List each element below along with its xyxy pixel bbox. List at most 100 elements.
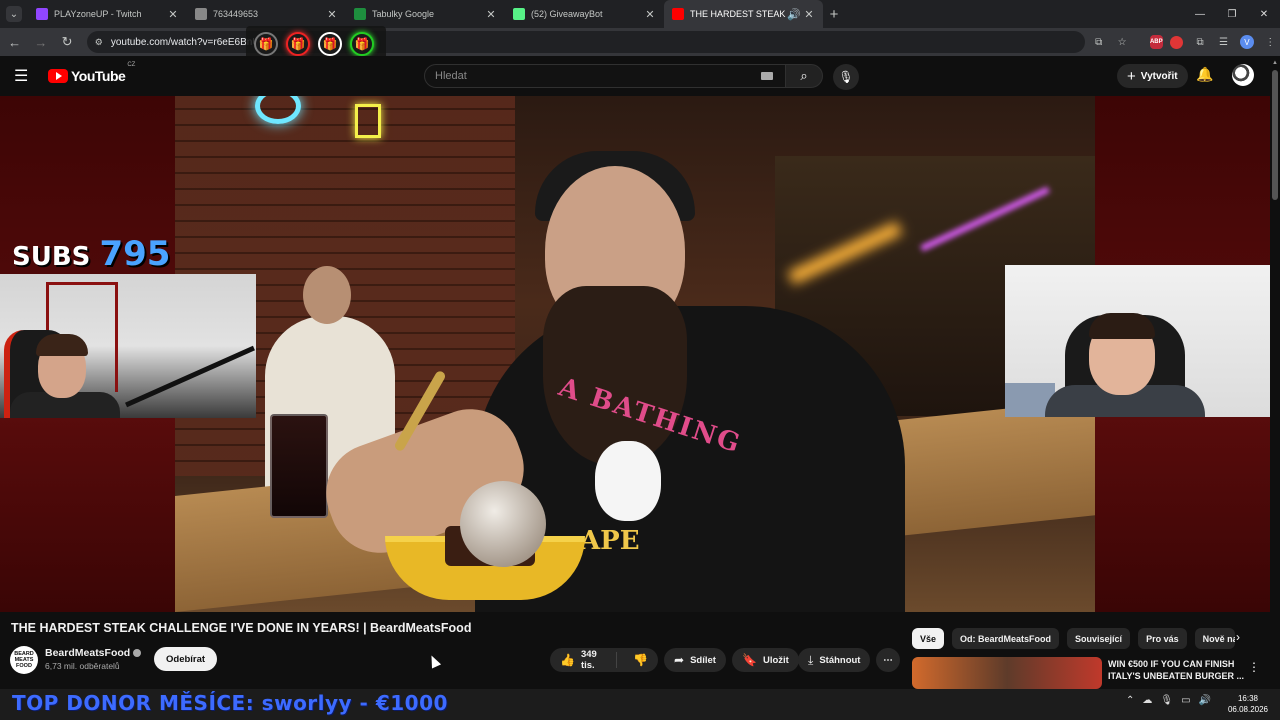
tab-search-button[interactable]: ⌄ <box>6 6 22 22</box>
hamburger-menu-icon[interactable]: ☰ <box>14 66 38 86</box>
tab-twitch[interactable]: PLAYzoneUP - Twitch ✕ <box>28 0 187 28</box>
channel-subscribers: 6,73 mil. odběratelů <box>45 661 120 671</box>
video-title: THE HARDEST STEAK CHALLENGE I'VE DONE IN… <box>11 621 472 635</box>
shirt-print-bottom: APE <box>580 526 640 556</box>
video-frame[interactable]: A BATHING APE <box>175 96 1095 612</box>
like-button[interactable]: 👍 349 tis. <box>550 649 618 671</box>
system-clock[interactable]: 16:38 06.08.2026 <box>1222 693 1274 715</box>
channel-name-row[interactable]: BeardMeatsFood <box>45 647 142 659</box>
thumbs-up-icon: 👍 <box>560 653 575 667</box>
logo-text: YouTube <box>71 68 126 84</box>
keyboard-icon[interactable] <box>761 72 773 80</box>
gift-icon: 🎁 <box>286 32 310 56</box>
more-actions-button[interactable]: ⋯ <box>876 648 900 672</box>
tab-giveawaybot[interactable]: (52) GiveawayBot ✕ <box>505 0 664 28</box>
twitch-icon <box>36 8 48 20</box>
scrollbar-thumb[interactable] <box>1272 70 1278 200</box>
back-button[interactable]: ← <box>3 30 26 54</box>
tab-number[interactable]: 763449653 ✕ <box>187 0 346 28</box>
chip-related[interactable]: Související <box>1067 628 1131 649</box>
notifications-bell-icon[interactable]: 🔔 <box>1196 66 1213 83</box>
close-icon[interactable]: ✕ <box>167 8 179 21</box>
tab-title: (52) GiveawayBot <box>531 9 603 19</box>
account-avatar[interactable] <box>1232 64 1254 86</box>
recommended-thumbnail[interactable] <box>912 657 1102 689</box>
speaker-icon[interactable]: 🔊 <box>787 8 801 21</box>
close-icon[interactable]: ✕ <box>644 8 656 21</box>
window-controls: — ❐ ✕ <box>1184 0 1280 28</box>
channel-avatar[interactable]: BEARD MEATS FOOD <box>10 646 38 674</box>
logo-country: CZ <box>127 62 136 68</box>
close-icon[interactable]: ✕ <box>803 8 815 21</box>
scroll-up-icon[interactable]: ▲ <box>1272 60 1278 66</box>
chevron-up-icon[interactable]: ⌃ <box>1126 695 1134 706</box>
share-icon: ➦ <box>674 653 685 667</box>
subs-count: 795 <box>99 234 171 274</box>
channel-name[interactable]: BeardMeatsFood <box>45 647 130 659</box>
reading-list-icon[interactable]: ☰ <box>1214 32 1233 52</box>
sheets-icon <box>354 8 366 20</box>
mic-arm <box>125 345 255 408</box>
reload-button[interactable]: ↻ <box>56 30 79 54</box>
close-icon[interactable]: ✕ <box>326 8 338 21</box>
share-button[interactable]: ➦ Sdílet <box>664 648 726 672</box>
tab-youtube-video[interactable]: THE HARDEST STEAK CHAL 🔊 ✕ <box>664 0 823 28</box>
youtube-logo[interactable]: YouTube CZ <box>48 62 135 84</box>
donor-banner: TOP DONOR MĚSÍCE: sworlyy - €1000 <box>12 691 448 715</box>
chip-from-channel[interactable]: Od: BeardMeatsFood <box>952 628 1060 649</box>
create-button[interactable]: + Vytvořit <box>1117 64 1188 88</box>
adblock-icon[interactable]: ABP <box>1149 35 1164 49</box>
streamer-hair <box>1089 313 1155 339</box>
record-extension-icon[interactable] <box>1167 32 1186 52</box>
page-scrollbar[interactable]: ▲ <box>1270 56 1280 689</box>
recommended-more-icon[interactable]: ⋮ <box>1248 660 1260 674</box>
chevron-right-icon[interactable]: › <box>1236 630 1240 644</box>
voice-search-button[interactable]: 🎙 <box>833 64 859 90</box>
install-app-icon[interactable]: ⧉ <box>1089 32 1108 52</box>
chip-all[interactable]: Vše <box>912 628 945 649</box>
cola-glass <box>270 414 328 518</box>
verified-icon <box>133 649 142 657</box>
chip-new[interactable]: Nově nah <box>1194 628 1235 649</box>
profile-icon[interactable]: V <box>1237 32 1256 52</box>
like-count: 349 tis. <box>580 649 597 671</box>
download-icon: ⤓ <box>808 652 814 667</box>
download-button[interactable]: ⤓ Stáhnout <box>798 648 871 672</box>
search-input[interactable]: Hledat <box>424 64 786 88</box>
save-label: Uložit <box>762 654 789 666</box>
save-button[interactable]: 🔖 Uložit <box>732 648 799 672</box>
new-tab-button[interactable]: + <box>823 6 845 23</box>
browser-menu-icon[interactable]: ⋮ <box>1261 32 1280 52</box>
recommended-title[interactable]: WIN €500 IF YOU CAN FINISH ITALY'S UNBEA… <box>1108 658 1248 682</box>
subscribe-button[interactable]: Odebírat <box>154 647 218 671</box>
restore-button[interactable]: ❐ <box>1216 0 1248 28</box>
network-icon[interactable]: ▭ <box>1181 695 1190 706</box>
tab-sheets[interactable]: Tabulky Google ✕ <box>346 0 505 28</box>
extensions-icon[interactable]: ⧉ <box>1190 32 1209 52</box>
forward-button[interactable]: → <box>29 30 52 54</box>
bookmark-star-icon[interactable]: ☆ <box>1112 32 1131 52</box>
minimize-button[interactable]: — <box>1184 0 1216 28</box>
whatsapp-icon <box>513 8 525 20</box>
red-dot-icon <box>1170 35 1184 49</box>
mic-tray-icon[interactable]: 🎙 <box>1160 695 1173 706</box>
site-info-icon[interactable]: ⚙ <box>95 37 103 48</box>
ice-cream <box>460 481 546 567</box>
close-window-button[interactable]: ✕ <box>1248 0 1280 28</box>
search-placeholder: Hledat <box>435 70 467 82</box>
volume-icon[interactable]: 🔊 <box>1199 695 1211 706</box>
chip-for-you[interactable]: Pro vás <box>1138 628 1187 649</box>
close-icon[interactable]: ✕ <box>485 8 497 21</box>
download-label: Stáhnout <box>819 654 861 666</box>
webcam-left <box>0 274 256 418</box>
system-tray: ⌃ ☁ 🎙 ▭ 🔊 <box>1126 695 1211 706</box>
gift-icon: 🎁 <box>350 32 374 56</box>
search-button[interactable]: ⌕ <box>785 64 823 88</box>
dislike-button[interactable]: 👎 <box>623 653 658 667</box>
video-player[interactable]: A BATHING APE SUBS 795 <box>0 96 1270 612</box>
clock-time: 16:38 <box>1237 694 1259 703</box>
mic-icon: 🎙 <box>838 70 854 84</box>
mouse-cursor <box>426 653 442 669</box>
address-bar[interactable]: ⚙ youtube.com/watch?v=r6eE6BnU_ <box>86 31 1086 53</box>
cloud-icon[interactable]: ☁ <box>1142 695 1152 706</box>
